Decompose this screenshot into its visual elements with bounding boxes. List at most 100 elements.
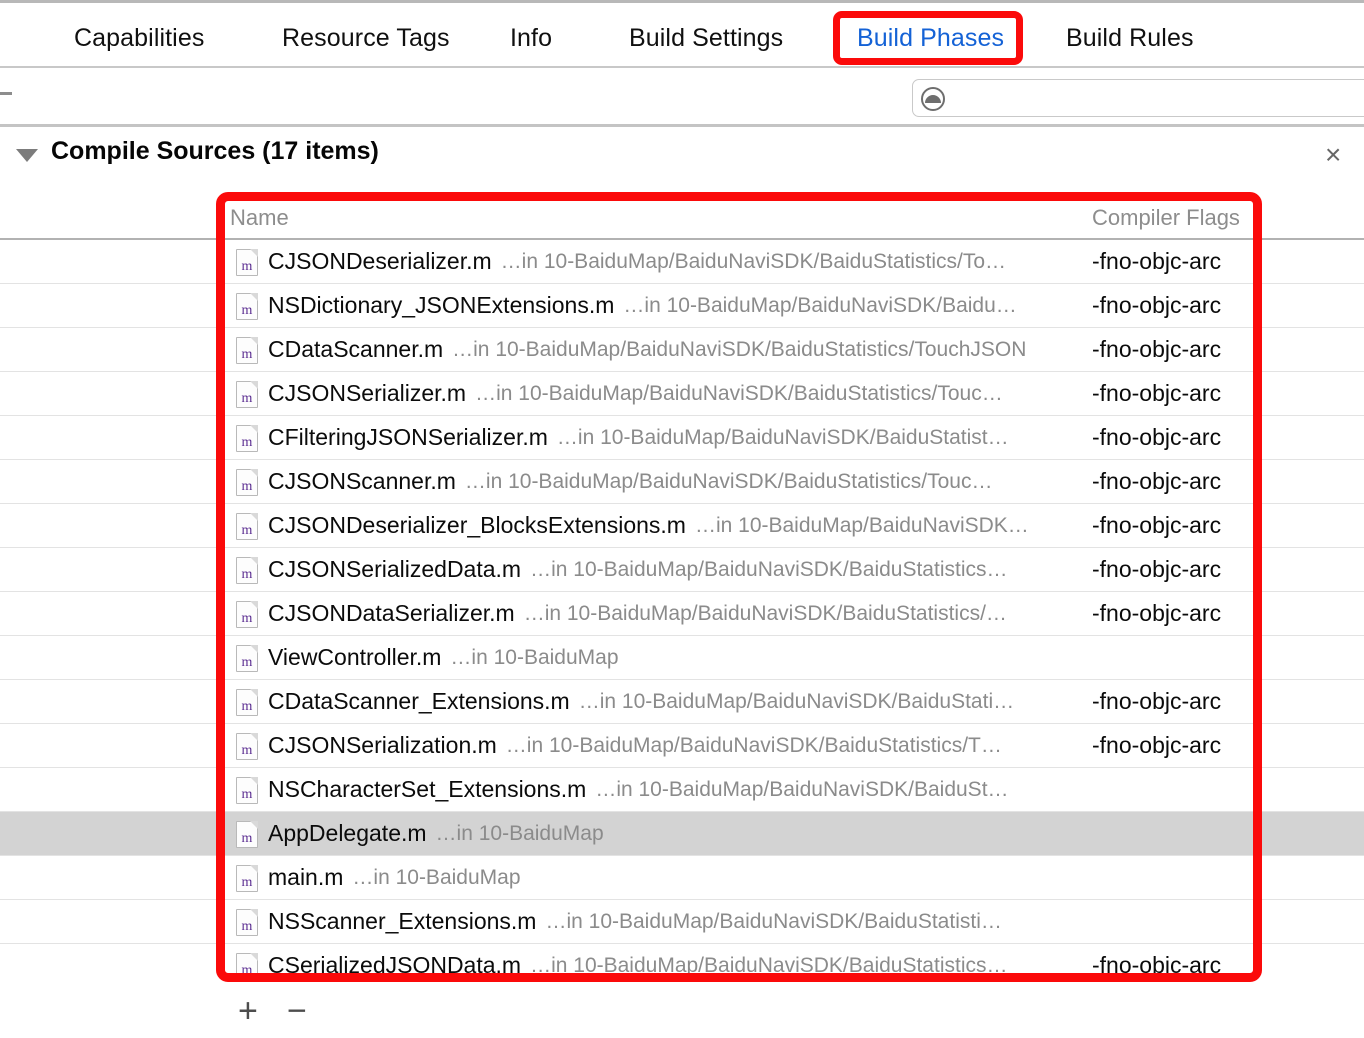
file-type-badge: m [237,392,257,406]
objc-source-file-icon: m [236,865,258,892]
tab-capabilities[interactable]: Capabilities [68,20,210,57]
tab-build-rules[interactable]: Build Rules [1060,20,1200,57]
file-path: …in 10-BaiduMap [436,822,604,846]
tab-list: Capabilities Resource Tags Info Build Setti… [0,3,1364,66]
file-name: main.m [268,864,343,891]
table-row[interactable]: mCJSONSerializer.m…in 10-BaiduMap/BaiduN… [0,372,1364,416]
tab-info[interactable]: Info [504,20,558,57]
file-path: …in 10-BaiduMap/BaiduNaviSDK/BaiduSt… [595,778,1008,802]
table-row[interactable]: mCJSONDataSerializer.m…in 10-BaiduMap/Ba… [0,592,1364,636]
table-row[interactable]: m NSCharacterSet_Extensions.m …in 10-Baidu… [0,768,1364,812]
table-row[interactable]: mCJSONSerialization.m…in 10-BaiduMap/Bai… [0,724,1364,768]
file-name: CJSONDeserializer.m [268,248,492,275]
file-name: NSCharacterSet_Extensions.m [268,776,586,803]
compiler-flags-cell[interactable]: -fno-objc-arc [1092,600,1221,627]
file-name: NSDictionary_JSONExtensions.m [268,292,614,319]
add-file-button[interactable]: + [238,994,258,1028]
objc-source-file-icon: m [236,513,258,540]
objc-source-file-icon: m [236,645,258,672]
file-type-badge: m [237,832,257,846]
table-row[interactable]: mAppDelegate.m…in 10-BaiduMap [0,812,1364,856]
project-editor-tabbar: Capabilities Resource Tags Info Build Setti… [0,0,1364,68]
table-row[interactable]: mCJSONScanner.m…in 10-BaiduMap/BaiduNavi… [0,460,1364,504]
phase-footer-toolbar: + − [0,986,1364,1038]
collapse-handle-icon [0,92,12,95]
compiler-flags-cell[interactable]: -fno-objc-arc [1092,468,1221,495]
tab-build-settings[interactable]: Build Settings [623,20,789,57]
file-path: …in 10-BaiduMap/BaiduNaviSDK/BaiduStatis… [530,954,1007,978]
objc-source-file-icon: m [236,249,258,276]
file-name: CJSONSerializer.m [268,380,466,407]
table-row[interactable]: mCJSONSerializedData.m…in 10-BaiduMap/Ba… [0,548,1364,592]
table-header: Name Compiler Flags [0,196,1364,240]
column-header-name[interactable]: Name [230,205,289,231]
table-row[interactable]: mCDataScanner_Extensions.m…in 10-BaiduMa… [0,680,1364,724]
objc-source-file-icon: m [236,953,258,980]
file-type-badge: m [237,656,257,670]
page-title: Compile Sources (17 items) [51,137,379,166]
file-path: …in 10-BaiduMap/BaiduNaviSDK/BaiduStatis… [530,558,1007,582]
objc-source-file-icon: m [236,381,258,408]
table-row[interactable]: m main.m …in 10-BaiduMap [0,856,1364,900]
compiler-flags-cell[interactable]: -fno-objc-arc [1092,512,1221,539]
table-row[interactable]: m CSerializedJSONData.m …in 10-BaiduMap/Ba… [0,944,1364,988]
file-path: …in 10-BaiduMap/BaiduNaviSDK/BaiduStatis… [545,910,1001,934]
compiler-flags-cell[interactable]: -fno-objc-arc [1092,952,1221,979]
file-path: …in 10-BaiduMap/BaiduNaviSDK/BaiduStatis… [501,250,1006,274]
compiler-flags-cell[interactable]: -fno-objc-arc [1092,336,1221,363]
tab-resource-tags[interactable]: Resource Tags [276,20,456,57]
file-path: …in 10-BaiduMap/BaiduNaviSDK/BaiduStati… [579,690,1014,714]
compiler-flags-cell[interactable]: -fno-objc-arc [1092,556,1221,583]
file-type-badge: m [237,700,257,714]
search-field[interactable] [912,79,1364,117]
objc-source-file-icon: m [236,909,258,936]
file-path: …in 10-BaiduMap/BaiduNaviSDK/BaiduStatis… [557,426,1009,450]
objc-source-file-icon: m [236,337,258,364]
compiler-flags-cell[interactable]: -fno-objc-arc [1092,424,1221,451]
file-name: CFilteringJSONSerializer.m [268,424,548,451]
compiler-flags-cell[interactable]: -fno-objc-arc [1092,688,1221,715]
compiler-flags-cell[interactable]: -fno-objc-arc [1092,732,1221,759]
column-header-compiler-flags[interactable]: Compiler Flags [1092,205,1240,231]
objc-source-file-icon: m [236,733,258,760]
file-type-badge: m [237,436,257,450]
tab-build-phases[interactable]: Build Phases [851,20,1010,57]
file-type-badge: m [237,480,257,494]
compile-sources-table: Name Compiler Flags m CJSONDeserializer.m… [0,196,1364,986]
file-type-badge: m [237,568,257,582]
objc-source-file-icon: m [236,777,258,804]
table-row[interactable]: mNSDictionary_JSONExtensions.m…in 10-Bai… [0,284,1364,328]
file-type-badge: m [237,964,257,978]
file-name: CSerializedJSONData.m [268,952,521,979]
file-name: CDataScanner.m [268,336,443,363]
file-type-badge: m [237,260,257,274]
table-row[interactable]: mCJSONDeserializer_BlocksExtensions.m…in… [0,504,1364,548]
compiler-flags-cell[interactable]: -fno-objc-arc [1092,292,1221,319]
file-name: CJSONDataSerializer.m [268,600,515,627]
table-row[interactable]: m CDataScanner.m …in 10-BaiduMap/BaiduNavi… [0,328,1364,372]
file-name: CJSONDeserializer_BlocksExtensions.m [268,512,686,539]
search-input[interactable] [953,80,1364,116]
compile-sources-header: Compile Sources (17 items) × [0,130,1364,186]
file-path: …in 10-BaiduMap [450,646,618,670]
file-path: …in 10-BaiduMap/BaiduNaviSDK/BaiduStatis… [465,470,993,494]
table-row[interactable]: m CJSONDeserializer.m …in 10-BaiduMap/Baid… [0,240,1364,284]
compiler-flags-cell[interactable]: -fno-objc-arc [1092,380,1221,407]
file-path: …in 10-BaiduMap/BaiduNaviSDK/Baidu… [623,294,1016,318]
close-icon[interactable]: × [1325,141,1341,169]
file-name: ViewController.m [268,644,441,671]
file-type-badge: m [237,876,257,890]
file-path: …in 10-BaiduMap/BaiduNaviSDK/BaiduStatis… [452,338,1026,362]
compiler-flags-cell[interactable]: -fno-objc-arc [1092,248,1221,275]
table-body: m CJSONDeserializer.m …in 10-BaiduMap/Baid… [0,240,1364,988]
triangle-down-icon[interactable] [16,149,38,162]
file-path: …in 10-BaiduMap [352,866,520,890]
table-row[interactable]: m CFilteringJSONSerializer.m …in 10-BaiduM… [0,416,1364,460]
objc-source-file-icon: m [236,821,258,848]
file-type-badge: m [237,920,257,934]
table-row[interactable]: m ViewController.m …in 10-BaiduMap [0,636,1364,680]
remove-file-button[interactable]: − [287,994,307,1028]
table-row[interactable]: mNSScanner_Extensions.m…in 10-BaiduMap/B… [0,900,1364,944]
objc-source-file-icon: m [236,469,258,496]
file-name: CJSONSerialization.m [268,732,497,759]
